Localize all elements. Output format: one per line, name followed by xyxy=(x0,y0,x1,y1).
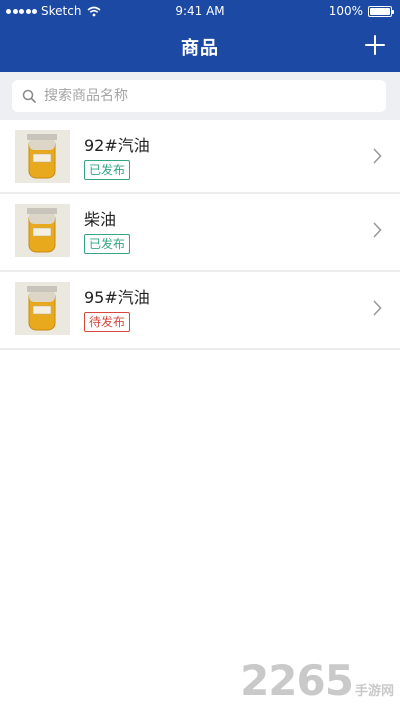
product-thumbnail xyxy=(15,130,70,183)
product-thumbnail xyxy=(15,204,70,257)
watermark-label: 手游网 xyxy=(354,684,394,699)
product-name: 95#汽油 xyxy=(84,288,150,307)
status-badge: 已发布 xyxy=(84,160,131,180)
battery-icon xyxy=(368,5,394,17)
page-title: 商品 xyxy=(181,38,219,59)
plus-icon[interactable] xyxy=(364,34,386,56)
chevron-right-icon xyxy=(373,300,382,316)
status-badge: 已发布 xyxy=(84,234,131,254)
watermark-logo: 2265 手游网 xyxy=(240,656,394,705)
product-list: 92#汽油 已发布 柴油 已发布 95#汽油 待发布 xyxy=(0,120,400,350)
status-badge: 待发布 xyxy=(84,312,131,332)
status-bar: Sketch 9:41 AM 100% xyxy=(0,0,400,22)
product-row[interactable]: 92#汽油 已发布 xyxy=(0,120,400,194)
chevron-right-icon xyxy=(373,222,382,238)
search-box[interactable] xyxy=(12,80,386,112)
product-thumbnail xyxy=(15,282,70,335)
product-name: 柴油 xyxy=(84,210,117,229)
search-input[interactable] xyxy=(44,88,364,104)
product-name: 92#汽油 xyxy=(84,136,150,155)
product-row[interactable]: 柴油 已发布 xyxy=(0,194,400,272)
battery-percent: 100% xyxy=(328,4,363,18)
product-row[interactable]: 95#汽油 待发布 xyxy=(0,272,400,350)
search-bar-area xyxy=(0,72,400,120)
watermark-number: 2265 xyxy=(240,656,354,705)
chevron-right-icon xyxy=(373,148,382,164)
app-header: Sketch 9:41 AM 100% 商品 xyxy=(0,0,400,72)
status-bar-right: 100% xyxy=(328,4,394,18)
search-icon xyxy=(22,89,36,103)
